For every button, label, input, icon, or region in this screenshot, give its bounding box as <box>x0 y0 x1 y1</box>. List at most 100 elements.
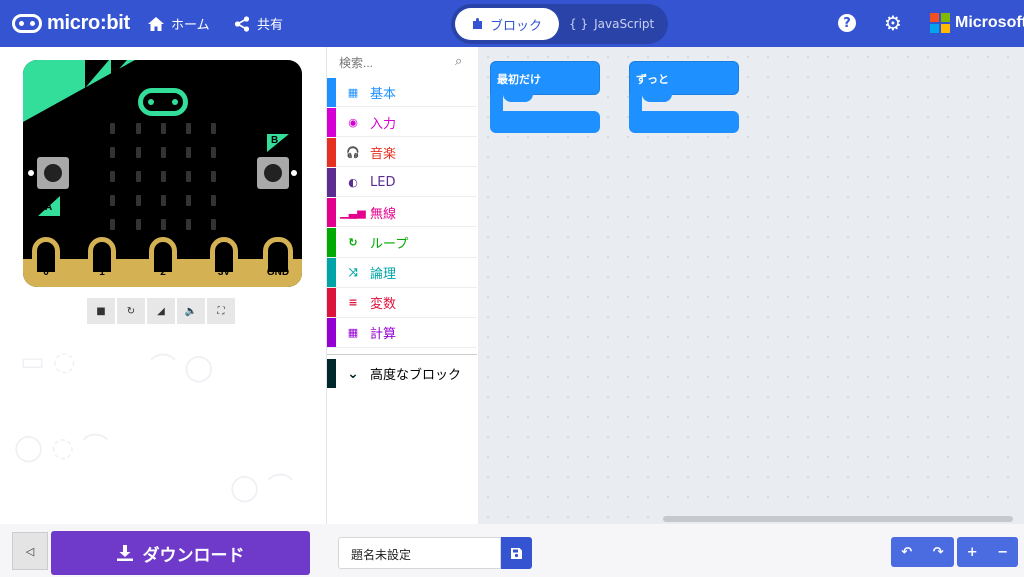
led <box>110 195 115 206</box>
microsoft-logo[interactable]: Microsoft <box>930 13 1024 33</box>
category-label: ループ <box>370 237 409 252</box>
block-footer <box>490 111 600 133</box>
block-footer <box>629 111 739 133</box>
search-icon: ⌕ <box>455 54 463 69</box>
category-color-bar <box>327 137 336 167</box>
led <box>136 195 141 206</box>
help-button[interactable]: ? <box>837 13 857 33</box>
background-pattern: ◯ ⌒ <box>230 473 294 503</box>
javascript-tab[interactable]: { } JavaScript <box>569 8 665 40</box>
category-label: 音楽 <box>370 146 397 162</box>
toolbox-separator <box>327 354 477 355</box>
button-a-hole <box>28 170 34 176</box>
category-item[interactable]: ▦ 計算 <box>327 318 477 348</box>
microbit-board: A B 0 1 2 3V GND <box>23 60 302 287</box>
blocks-tab[interactable]: ブロック <box>455 8 559 40</box>
zoom-in-button[interactable]: + <box>957 537 988 567</box>
category-item[interactable]: ◉ 入力 <box>327 107 477 138</box>
microsoft-text: Microsoft <box>955 14 1024 31</box>
category-item[interactable]: ◐ LED <box>327 167 477 198</box>
undo-icon: ↶ <box>901 544 913 560</box>
button-b-hole <box>291 170 297 176</box>
collapse-simulator-button[interactable]: ◁ <box>12 532 48 570</box>
help-icon: ? <box>838 14 856 32</box>
category-item[interactable]: ⤨ 論理 <box>327 258 477 288</box>
category-item[interactable]: ▁▃▅ 無線 <box>327 197 477 228</box>
blocks-workspace[interactable]: 最初だけ ずっと <box>478 47 1024 524</box>
board-logo[interactable] <box>138 88 188 116</box>
search-input[interactable] <box>339 56 469 70</box>
download-icon <box>116 545 133 561</box>
javascript-tab-label: JavaScript <box>594 17 655 31</box>
category-label: 論理 <box>370 267 397 283</box>
home-button[interactable]: ホーム <box>148 14 210 33</box>
horizontal-scrollbar[interactable] <box>663 516 1013 522</box>
category-icon: ≡ <box>348 296 358 310</box>
pin-2-label: 2 <box>160 267 166 278</box>
save-icon <box>511 547 522 559</box>
led <box>110 147 115 158</box>
undo-redo-group: ↶ ↷ <box>891 537 954 567</box>
share-label: 共有 <box>257 18 284 33</box>
background-pattern: ◯ ◌ ⌒ <box>14 433 109 463</box>
pin-1-label: 1 <box>99 267 105 278</box>
save-button[interactable] <box>501 537 532 569</box>
zoom-group: + − <box>957 537 1018 567</box>
home-icon <box>148 16 164 31</box>
led <box>186 219 191 230</box>
slow-motion-icon: ◢ <box>157 305 165 317</box>
block-side <box>629 94 642 112</box>
fullscreen-icon: ⛶ <box>217 305 225 317</box>
zoom-out-button[interactable]: − <box>988 537 1019 567</box>
led <box>136 147 141 158</box>
redo-icon: ↷ <box>932 544 944 560</box>
category-label: 基本 <box>370 86 397 102</box>
blocks-tab-label: ブロック <box>489 18 542 34</box>
share-button[interactable]: 共有 <box>234 14 283 33</box>
restart-button[interactable]: ↻ <box>117 298 145 324</box>
category-icon: ▦ <box>347 326 359 340</box>
block-toolbox: ⌕ ▦ 基本 ◉ 入力 🎧 音楽 ◐ LED ▁▃▅ 無線 ↻ ループ ⤨ 論理 ≡ 変数 ▦ 計算 ⌄ 高度なブ… <box>326 47 478 524</box>
fullscreen-button[interactable]: ⛶ <box>207 298 235 324</box>
category-color-bar <box>327 318 336 348</box>
led <box>161 171 166 182</box>
category-icon: ▁▃▅ <box>340 205 366 219</box>
category-label: LED <box>370 174 396 190</box>
category-color-bar <box>327 288 336 318</box>
category-icon: ◉ <box>348 115 358 129</box>
on-start-block[interactable]: 最初だけ <box>490 61 600 133</box>
category-advanced[interactable]: ⌄ 高度なブロック <box>327 359 477 388</box>
led <box>110 219 115 230</box>
led <box>186 171 191 182</box>
category-item[interactable]: ▦ 基本 <box>327 77 477 107</box>
category-item[interactable]: ≡ 変数 <box>327 288 477 318</box>
led <box>211 147 216 158</box>
slow-motion-button[interactable]: ◢ <box>147 298 175 324</box>
led <box>110 171 115 182</box>
simulator-toolbar-2: 🔈 ⛶ <box>177 298 235 324</box>
category-color-bar <box>327 359 336 388</box>
undo-button[interactable]: ↶ <box>891 537 923 567</box>
logo-text: micro:bit <box>47 12 130 34</box>
microbit-logo[interactable]: micro:bit <box>12 12 130 35</box>
category-item[interactable]: 🎧 音楽 <box>327 137 477 168</box>
settings-button[interactable]: ⚙ <box>883 11 903 35</box>
redo-button[interactable]: ↷ <box>923 537 955 567</box>
on-start-label: 最初だけ <box>497 73 541 86</box>
category-color-bar <box>327 228 336 257</box>
download-label: ダウンロード <box>142 545 245 566</box>
button-a[interactable] <box>37 157 69 189</box>
category-item[interactable]: ↻ ループ <box>327 228 477 258</box>
bottom-toolbar: ◁ ダウンロード 題名未設定 ↶ ↷ + − <box>0 524 1024 577</box>
stop-button[interactable]: ■ <box>87 298 115 324</box>
button-b-label: B <box>271 135 279 146</box>
simulator-toolbar: ■ ↻ ◢ <box>87 298 175 324</box>
mute-button[interactable]: 🔈 <box>177 298 205 324</box>
button-b[interactable] <box>257 157 289 189</box>
forever-block[interactable]: ずっと <box>629 61 739 133</box>
stop-icon: ■ <box>96 305 106 317</box>
download-button[interactable]: ダウンロード <box>51 531 310 575</box>
restart-icon: ↻ <box>126 305 136 317</box>
project-name-input[interactable]: 題名未設定 <box>338 537 501 569</box>
zoom-out-icon: − <box>997 544 1009 560</box>
